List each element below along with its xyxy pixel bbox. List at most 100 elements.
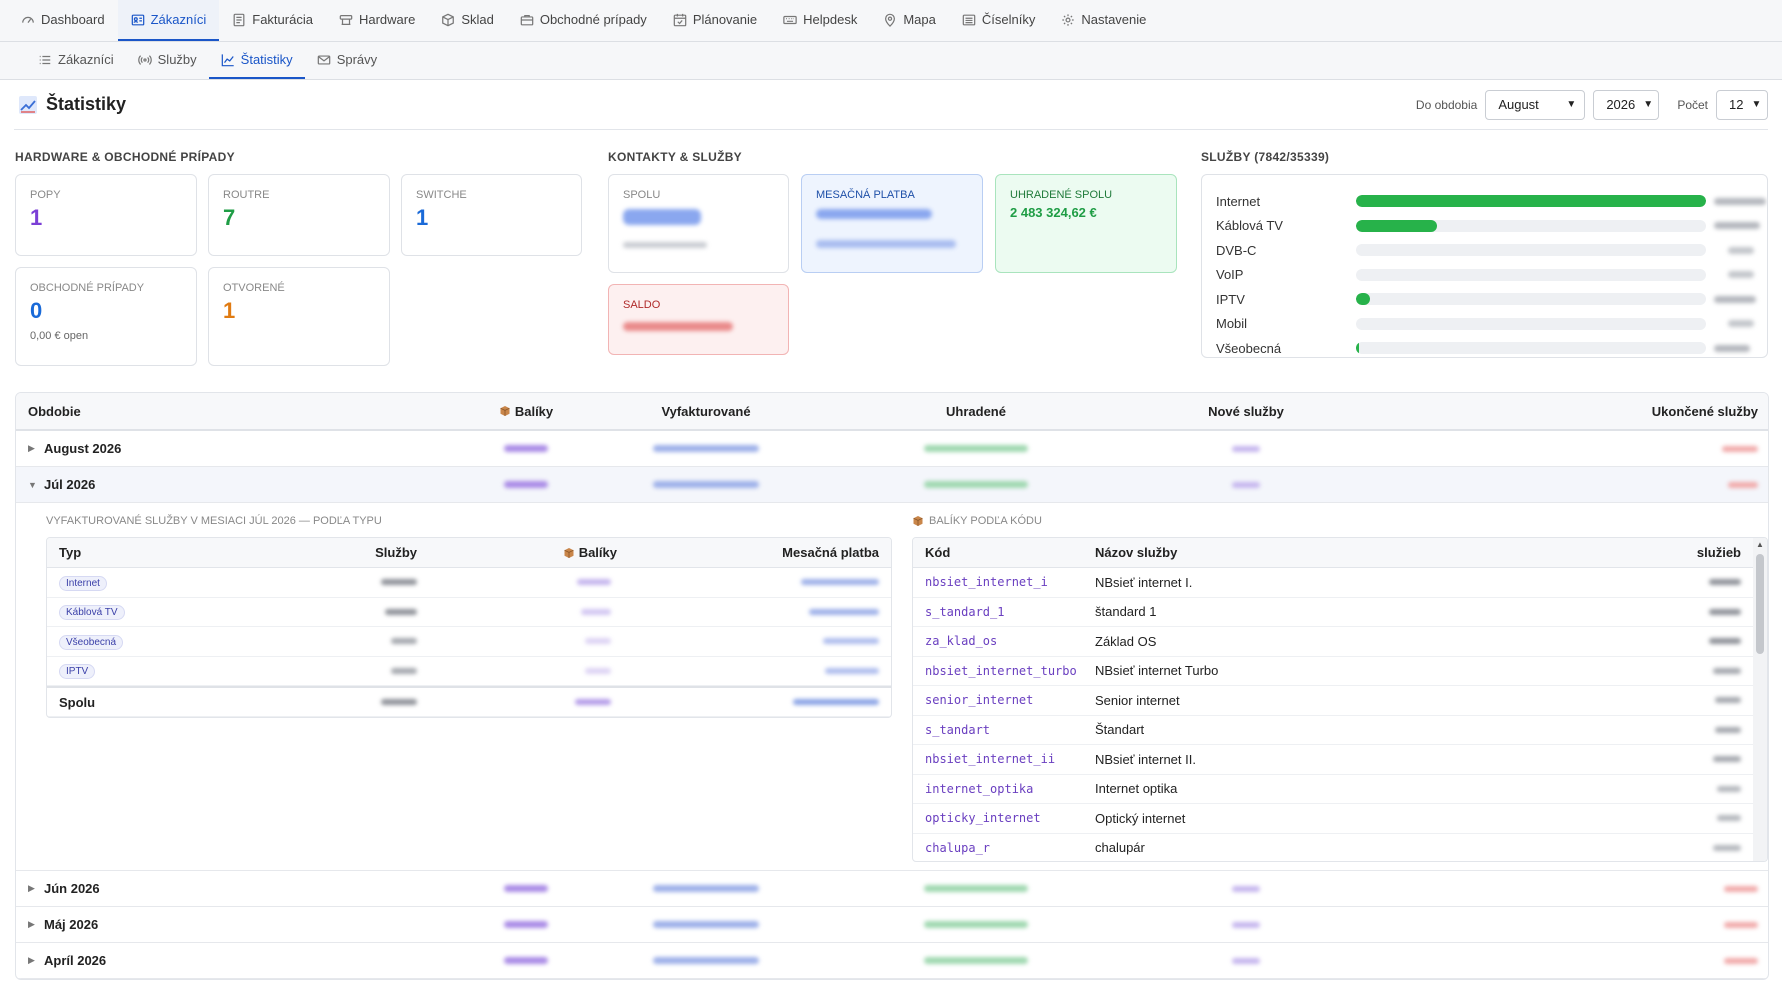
blurred-value bbox=[924, 445, 1028, 452]
section-heading: BALÍKY PODĽA KÓDU bbox=[912, 515, 1768, 527]
nav-item-customers[interactable]: Zákazníci bbox=[117, 0, 220, 41]
nav-item-helpdesk[interactable]: Helpdesk bbox=[770, 0, 870, 41]
blurred-value bbox=[1709, 638, 1741, 645]
nav-label: Mapa bbox=[903, 12, 936, 27]
service-name: štandard 1 bbox=[1095, 604, 1157, 620]
blurred-value bbox=[823, 638, 879, 645]
col-header-label: Balíky bbox=[578, 545, 617, 560]
caret-down-icon: ▼ bbox=[28, 479, 37, 490]
blurred-value bbox=[1728, 246, 1754, 254]
period-label: Máj 2026 bbox=[44, 917, 99, 932]
card-label: UHRADENÉ SPOLU bbox=[1010, 189, 1113, 201]
nav-item-invoicing[interactable]: Fakturácia bbox=[219, 0, 326, 41]
code-table[interactable]: Kód Názov služby služieb nbsiet_internet… bbox=[912, 537, 1768, 862]
service-name: NBsieť internet I. bbox=[1095, 574, 1193, 590]
col-header-paid[interactable]: Uhradené bbox=[826, 404, 1126, 419]
blurred-value bbox=[504, 885, 548, 892]
nav-item-settings[interactable]: Nastavenie bbox=[1048, 0, 1159, 41]
hw-section: HARDWARE & OBCHODNÉ PRÍPADY POPY 1 ROUTR… bbox=[15, 144, 608, 366]
nav-item-map[interactable]: Mapa bbox=[870, 0, 949, 41]
blurred-value bbox=[1728, 481, 1758, 488]
tab-customers[interactable]: Zákazníci bbox=[26, 42, 126, 79]
blurred-value bbox=[504, 921, 548, 928]
top-nav: Dashboard Zákazníci Fakturácia Hardware … bbox=[0, 0, 1782, 42]
col-header-new-services[interactable]: Nové služby bbox=[1126, 404, 1366, 419]
caret-right-icon: ▶ bbox=[28, 443, 35, 453]
card-label: SPOLU bbox=[623, 189, 661, 201]
nav-label: Nastavenie bbox=[1081, 12, 1147, 27]
col-header-label: Balíky bbox=[514, 403, 554, 419]
service-name: Všeobecná bbox=[1216, 340, 1282, 356]
signal-icon bbox=[137, 53, 152, 67]
chevron-down-icon: ▼ bbox=[1643, 99, 1654, 110]
nav-item-warehouse[interactable]: Sklad bbox=[428, 0, 507, 41]
col-header-period[interactable]: Obdobie bbox=[16, 404, 466, 419]
blurred-value bbox=[1714, 222, 1760, 230]
scroll-up-icon[interactable]: ▲ bbox=[1756, 540, 1764, 549]
service-bar bbox=[1356, 293, 1706, 306]
card-label: OTVORENÉ bbox=[223, 282, 285, 294]
scrollbar[interactable]: ▲ bbox=[1753, 538, 1767, 861]
section-heading: HARDWARE & OBCHODNÉ PRÍPADY bbox=[15, 150, 235, 164]
tab-label: Správy bbox=[336, 52, 378, 67]
tab-messages[interactable]: Správy bbox=[305, 42, 389, 79]
nav-label: Helpdesk bbox=[803, 12, 858, 27]
blurred-value bbox=[809, 608, 879, 615]
nav-label: Sklad bbox=[461, 12, 494, 27]
blurred-value bbox=[623, 322, 733, 331]
service-name: VoIP bbox=[1216, 267, 1244, 283]
service-row: Všeobecná bbox=[1216, 336, 1767, 357]
col-header-invoiced[interactable]: Vyfakturované bbox=[586, 404, 826, 419]
tab-statistics[interactable]: Štatistiky bbox=[208, 42, 305, 79]
tab-services[interactable]: Služby bbox=[126, 42, 209, 79]
blurred-value bbox=[1232, 921, 1260, 928]
blurred-value bbox=[653, 885, 759, 892]
service-bar bbox=[1356, 195, 1706, 208]
month-select[interactable]: August ▼ bbox=[1485, 89, 1586, 120]
table-row[interactable]: ▶ Jún 2026 bbox=[16, 871, 1768, 907]
table-row: IPTV bbox=[47, 657, 891, 686]
table-row[interactable]: ▶ Apríl 2026 bbox=[16, 943, 1768, 979]
mail-icon bbox=[317, 53, 331, 67]
contacts-section: KONTAKTY & SLUŽBY SPOLU MESAČNÁ PLATBA U… bbox=[608, 144, 1201, 366]
hardware-icon bbox=[339, 13, 353, 27]
type-badge: IPTV bbox=[59, 664, 96, 680]
table-row: Všeobecná bbox=[47, 627, 891, 657]
period-label: Jún 2026 bbox=[44, 881, 100, 896]
package-code: za_klad_os bbox=[925, 634, 998, 649]
card-value: 7 bbox=[223, 205, 236, 230]
page-title: Štatistiky bbox=[14, 94, 126, 115]
nav-item-business-cases[interactable]: Obchodné prípady bbox=[507, 0, 660, 41]
table-row[interactable]: ▶ August 2026 bbox=[16, 431, 1768, 467]
blurred-value bbox=[924, 885, 1028, 892]
package-code: internet_optika bbox=[925, 781, 1034, 796]
type-badge: Všeobecná bbox=[59, 634, 124, 650]
paid-total-card: UHRADENÉ SPOLU 2 483 324,62 € bbox=[995, 174, 1177, 273]
nav-item-codelists[interactable]: Číselníky bbox=[949, 0, 1048, 41]
col-header-packages: Balíky bbox=[417, 545, 617, 560]
col-header-packages[interactable]: Balíky bbox=[466, 404, 586, 419]
service-row: IPTV bbox=[1216, 287, 1767, 312]
monthly-payment-card: MESAČNÁ PLATBA bbox=[801, 174, 983, 273]
nav-item-planning[interactable]: Plánovanie bbox=[660, 0, 770, 41]
nav-item-dashboard[interactable]: Dashboard bbox=[8, 0, 118, 41]
card-label: SWITCHE bbox=[416, 189, 467, 201]
service-bar bbox=[1356, 244, 1706, 257]
nav-item-hardware[interactable]: Hardware bbox=[326, 0, 428, 41]
year-select[interactable]: 2026 ▼ bbox=[1593, 89, 1660, 120]
count-select[interactable]: 12 ▼ bbox=[1716, 89, 1768, 120]
table-row[interactable]: ▶ Máj 2026 bbox=[16, 907, 1768, 943]
table-row: za_klad_os Základ OS bbox=[913, 627, 1767, 657]
table-header: Obdobie Balíky Vyfakturované Uhradené No… bbox=[16, 393, 1768, 431]
blurred-value bbox=[1728, 320, 1754, 328]
col-header-ended-services[interactable]: Ukončené služby bbox=[1366, 404, 1768, 419]
table-row: chalupa_r chalupár bbox=[913, 834, 1767, 862]
blurred-value bbox=[585, 638, 611, 645]
service-name: Štandart bbox=[1095, 722, 1145, 738]
scrollbar-thumb[interactable] bbox=[1756, 554, 1764, 654]
card-value: 1 bbox=[416, 205, 429, 230]
count-label: Počet bbox=[1677, 97, 1708, 112]
col-header-services: Služby bbox=[375, 545, 417, 560]
blurred-value bbox=[924, 957, 1028, 964]
table-row-expanded[interactable]: ▼ Júl 2026 bbox=[16, 467, 1768, 503]
